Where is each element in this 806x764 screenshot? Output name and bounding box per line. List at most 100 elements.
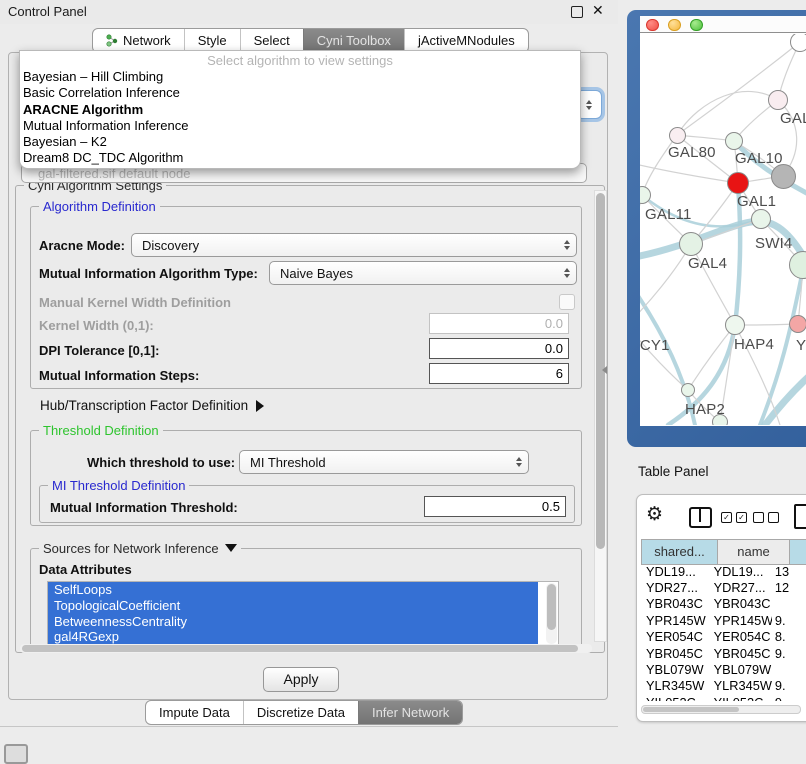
- split-columns-icon[interactable]: [689, 507, 712, 528]
- float-window-icon[interactable]: [571, 6, 583, 18]
- mi-threshold-field[interactable]: 0.5: [424, 496, 566, 517]
- network-node[interactable]: [790, 34, 806, 52]
- tab-style[interactable]: Style: [184, 29, 240, 52]
- export-table-icon[interactable]: [794, 504, 806, 529]
- table-cell: YBL079W: [641, 662, 709, 677]
- tab-label: Cyni Toolbox: [317, 33, 391, 48]
- kernel-width-value: 0.0: [545, 316, 563, 331]
- dpi-tolerance-field[interactable]: 0.0: [429, 338, 569, 359]
- mi-type-value: Naive Bayes: [280, 266, 353, 281]
- network-window: GALGAL80GAL10GAL1GAL11SWI4GAL4GCY1HAP4YH…: [640, 16, 806, 426]
- zoom-window-icon[interactable]: [690, 19, 703, 32]
- attribute-item-betweennesscentrality[interactable]: BetweennessCentrality: [48, 614, 538, 630]
- table-row[interactable]: YBR043CYBR043C: [641, 596, 806, 612]
- table-row[interactable]: YER054CYER054C8.: [641, 629, 806, 645]
- minimized-panel-icon[interactable]: [4, 744, 28, 764]
- which-threshold-combo[interactable]: MI Threshold: [239, 450, 529, 474]
- node-label-gal11: GAL11: [645, 206, 692, 223]
- tab-impute-data[interactable]: Impute Data: [146, 701, 243, 724]
- network-node-hap4[interactable]: [725, 315, 745, 335]
- expander-collapsed-icon: [256, 400, 264, 412]
- network-node-gal4[interactable]: [679, 232, 703, 256]
- table-row[interactable]: YIL052CYIL052C9: [641, 694, 806, 701]
- settings-horizontal-scrollbar[interactable]: [20, 644, 592, 653]
- which-threshold-label: Which threshold to use:: [87, 455, 235, 470]
- table-cell: 9.: [772, 646, 806, 661]
- network-node-hap2[interactable]: [681, 383, 695, 397]
- tab-discretize-data[interactable]: Discretize Data: [243, 701, 358, 724]
- sources-group: Sources for Network Inference Data Attri…: [30, 548, 582, 644]
- network-node-gal80[interactable]: [669, 127, 686, 144]
- threshold-definition-group: Threshold Definition Which threshold to …: [30, 430, 582, 526]
- table-cell: YPR145W: [709, 613, 772, 628]
- mi-steps-field[interactable]: 6: [429, 363, 569, 384]
- kernel-width-label: Kernel Width (0,1):: [39, 318, 154, 333]
- close-panel-icon[interactable]: ✕: [592, 2, 604, 19]
- table-cell: YBL079W: [709, 662, 772, 677]
- close-window-icon[interactable]: [646, 19, 659, 32]
- tab-infer-network[interactable]: Infer Network: [358, 701, 462, 724]
- tab-network[interactable]: Network: [93, 29, 184, 52]
- table-horizontal-scrollbar[interactable]: [641, 705, 801, 714]
- column-header-name[interactable]: name: [718, 540, 790, 564]
- algorithm-option-basic-correlation-inference[interactable]: Basic Correlation Inference: [20, 85, 580, 101]
- minimize-window-icon[interactable]: [668, 19, 681, 32]
- network-node[interactable]: [712, 414, 728, 425]
- table-row[interactable]: YDR27...YDR27...12: [641, 579, 806, 595]
- network-node-gal10[interactable]: [725, 132, 743, 150]
- algorithm-definition-title: Algorithm Definition: [39, 199, 160, 214]
- algorithm-definition-group: Algorithm Definition Aracne Mode: Discov…: [30, 206, 582, 389]
- table-row[interactable]: YDL19...YDL19...13: [641, 563, 806, 579]
- table-mode-gear-icon[interactable]: ⚙: [646, 503, 663, 526]
- tab-select[interactable]: Select: [240, 29, 303, 52]
- table-row[interactable]: YBR045CYBR045C9.: [641, 645, 806, 661]
- network-node-y[interactable]: [789, 315, 806, 333]
- dpi-tolerance-label: DPI Tolerance [0,1]:: [39, 343, 159, 358]
- table-cell: 9: [772, 695, 806, 701]
- network-node-gal[interactable]: [768, 90, 788, 110]
- show-columns-icon[interactable]: ✓✓: [721, 512, 747, 523]
- algorithm-option-mutual-information-inference[interactable]: Mutual Information Inference: [20, 118, 580, 134]
- hide-columns-icon[interactable]: [753, 512, 779, 523]
- node-label-swi4: SWI4: [755, 235, 792, 252]
- tab-cyni-toolbox[interactable]: Cyni Toolbox: [303, 29, 404, 52]
- mi-type-combo[interactable]: Naive Bayes: [269, 261, 577, 285]
- table-row[interactable]: YBL079WYBL079W: [641, 661, 806, 677]
- table-row[interactable]: YLR345WYLR345W9.: [641, 678, 806, 694]
- column-header-2[interactable]: [790, 540, 806, 564]
- network-window-titlebar[interactable]: [640, 16, 806, 33]
- table-cell: YDL19...: [641, 564, 709, 579]
- table-cell: YDL19...: [709, 564, 772, 579]
- algorithm-option-bayesian-hill-climbing[interactable]: Bayesian – Hill Climbing: [20, 69, 580, 85]
- panel-divider-collapse-icon[interactable]: [602, 366, 607, 374]
- network-node-swi4[interactable]: [751, 209, 771, 229]
- attribute-list-scrollbar[interactable]: [546, 583, 557, 644]
- algorithm-option-dream8-dc-tdc-algorithm[interactable]: Dream8 DC_TDC Algorithm: [20, 150, 580, 166]
- combo-arrows-icon: [564, 240, 570, 250]
- tab-jactivemnodules[interactable]: jActiveMNodules: [404, 29, 528, 52]
- algorithm-option-aracne-algorithm[interactable]: ARACNE Algorithm: [20, 102, 580, 118]
- manual-kernel-checkbox[interactable]: [559, 294, 575, 310]
- data-attributes-list[interactable]: SelfLoopsTopologicalCoefficientBetweenne…: [47, 581, 559, 644]
- settings-vertical-scrollbar[interactable]: [594, 190, 607, 642]
- hub-factor-expander[interactable]: Hub/Transcription Factor Definition: [40, 398, 264, 413]
- kernel-width-field[interactable]: 0.0: [429, 313, 569, 334]
- attribute-item-selfloops[interactable]: SelfLoops: [48, 582, 538, 598]
- table-cell: YPR145W: [641, 613, 709, 628]
- network-canvas[interactable]: GALGAL80GAL10GAL1GAL11SWI4GAL4GCY1HAP4YH…: [640, 34, 806, 425]
- combo-arrows-icon: [516, 457, 522, 467]
- table-cell: YBR045C: [641, 646, 709, 661]
- column-header-shared[interactable]: shared...: [641, 540, 718, 564]
- table-cell: 9.: [772, 678, 806, 693]
- table-row[interactable]: YPR145WYPR145W9.: [641, 612, 806, 628]
- attribute-item-topologicalcoefficient[interactable]: TopologicalCoefficient: [48, 598, 538, 614]
- cyni-settings-group: Cyni Algorithm Settings Algorithm Defini…: [15, 185, 605, 653]
- algorithm-option-bayesian-k2[interactable]: Bayesian – K2: [20, 134, 580, 150]
- node-label-hap4: HAP4: [734, 336, 774, 353]
- attribute-item-gal4rgexp[interactable]: gal4RGexp: [48, 629, 538, 644]
- apply-button[interactable]: Apply: [263, 667, 339, 692]
- network-node[interactable]: [771, 164, 796, 189]
- aracne-mode-combo[interactable]: Discovery: [131, 233, 577, 257]
- spinner-up-icon: [586, 100, 592, 104]
- network-node-gal1[interactable]: [727, 172, 749, 194]
